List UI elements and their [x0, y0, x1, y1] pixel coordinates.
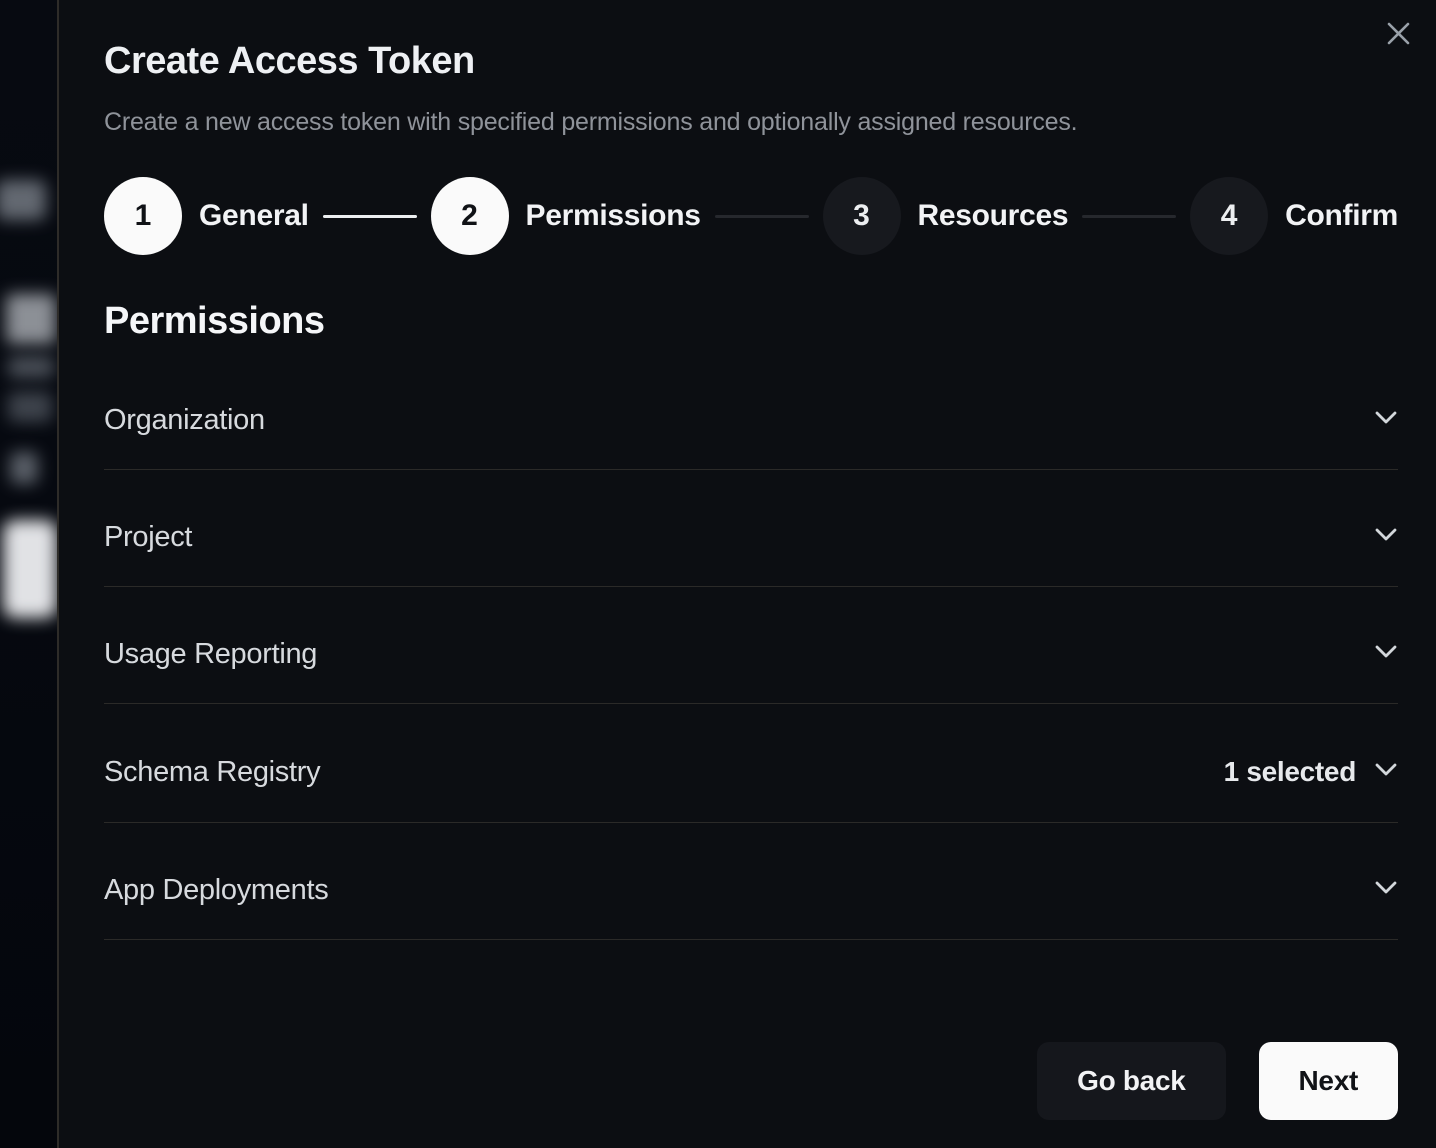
step-number-badge: 3 — [823, 177, 901, 255]
permissions-accordion: Organization Project Usage Reporting — [104, 353, 1398, 940]
chevron-down-icon — [1374, 410, 1398, 430]
step-number-badge: 4 — [1190, 177, 1268, 255]
accordion-row-label: Schema Registry — [104, 757, 320, 787]
blurred-background-element — [10, 452, 38, 484]
blurred-background-element — [6, 294, 56, 344]
step-label: Permissions — [526, 199, 701, 233]
accordion-row-project[interactable]: Project — [104, 470, 1398, 587]
blurred-background-element — [3, 520, 57, 618]
close-button[interactable] — [1382, 19, 1414, 51]
blurred-background-element — [8, 392, 52, 422]
accordion-row-label: App Deployments — [104, 875, 328, 905]
accordion-row-app-deployments[interactable]: App Deployments — [104, 823, 1398, 940]
chevron-down-icon — [1374, 880, 1398, 900]
permissions-heading: Permissions — [104, 301, 1398, 341]
accordion-row-schema-registry[interactable]: Schema Registry 1 selected — [104, 704, 1398, 823]
chevron-down-icon — [1374, 644, 1398, 664]
step-general[interactable]: 1 General — [104, 177, 309, 255]
background-page — [0, 0, 57, 1148]
dialog-footer: Go back Next — [104, 1042, 1398, 1120]
step-resources[interactable]: 3 Resources — [823, 177, 1069, 255]
step-label: Confirm — [1285, 199, 1398, 233]
step-number-badge: 1 — [104, 177, 182, 255]
blurred-background-element — [0, 180, 46, 220]
step-label: Resources — [918, 199, 1069, 233]
step-permissions[interactable]: 2 Permissions — [431, 177, 701, 255]
accordion-row-label: Usage Reporting — [104, 639, 317, 669]
next-button[interactable]: Next — [1259, 1042, 1399, 1120]
step-confirm[interactable]: 4 Confirm — [1190, 177, 1398, 255]
create-access-token-dialog: Create Access Token Create a new access … — [57, 0, 1436, 1148]
blurred-background-element — [8, 356, 54, 378]
wizard-stepper: 1 General 2 Permissions 3 Resources 4 Co… — [104, 177, 1398, 255]
accordion-row-organization[interactable]: Organization — [104, 353, 1398, 470]
chevron-down-icon — [1374, 527, 1398, 547]
step-number-badge: 2 — [431, 177, 509, 255]
dialog-title: Create Access Token — [104, 41, 1398, 81]
dialog-subtitle: Create a new access token with specified… — [104, 107, 1398, 137]
close-icon — [1385, 20, 1412, 50]
chevron-down-icon — [1374, 762, 1398, 782]
accordion-row-usage-reporting[interactable]: Usage Reporting — [104, 587, 1398, 704]
accordion-row-label: Organization — [104, 405, 265, 435]
step-label: General — [199, 199, 309, 233]
stepper-connector — [323, 215, 417, 218]
accordion-row-label: Project — [104, 522, 192, 552]
go-back-button[interactable]: Go back — [1037, 1042, 1225, 1120]
stepper-connector — [715, 215, 809, 218]
selected-count-badge: 1 selected — [1224, 756, 1356, 788]
stepper-connector — [1082, 215, 1176, 218]
